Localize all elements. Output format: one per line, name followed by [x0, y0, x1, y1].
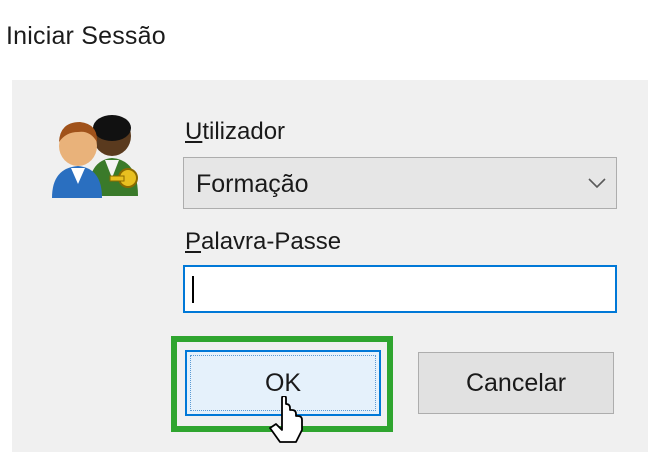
- chevron-down-icon[interactable]: [586, 172, 608, 194]
- cancel-button-label: Cancelar: [465, 368, 567, 397]
- user-label-access-key: U: [185, 118, 203, 145]
- users-key-icon: [52, 115, 138, 198]
- dialog-right-edge: [648, 0, 657, 452]
- user-label: Utilizador: [185, 118, 285, 146]
- mouse-pointer-icon: [269, 396, 303, 443]
- dialog-left-edge: [0, 80, 12, 452]
- user-select[interactable]: Formação: [183, 157, 617, 209]
- text-caret: [192, 276, 194, 303]
- password-label-text: alavra-Passe: [201, 228, 342, 255]
- password-input[interactable]: [183, 265, 617, 313]
- user-label-text: tilizador: [202, 118, 286, 145]
- dialog-title: Iniciar Sessão: [6, 22, 166, 50]
- user-select-value: Formação: [196, 170, 309, 198]
- title-bar: Iniciar Sessão: [0, 0, 657, 80]
- cancel-button[interactable]: Cancelar: [418, 352, 614, 414]
- password-label: Palavra-Passe: [185, 228, 341, 256]
- password-label-access-key: P: [185, 228, 202, 255]
